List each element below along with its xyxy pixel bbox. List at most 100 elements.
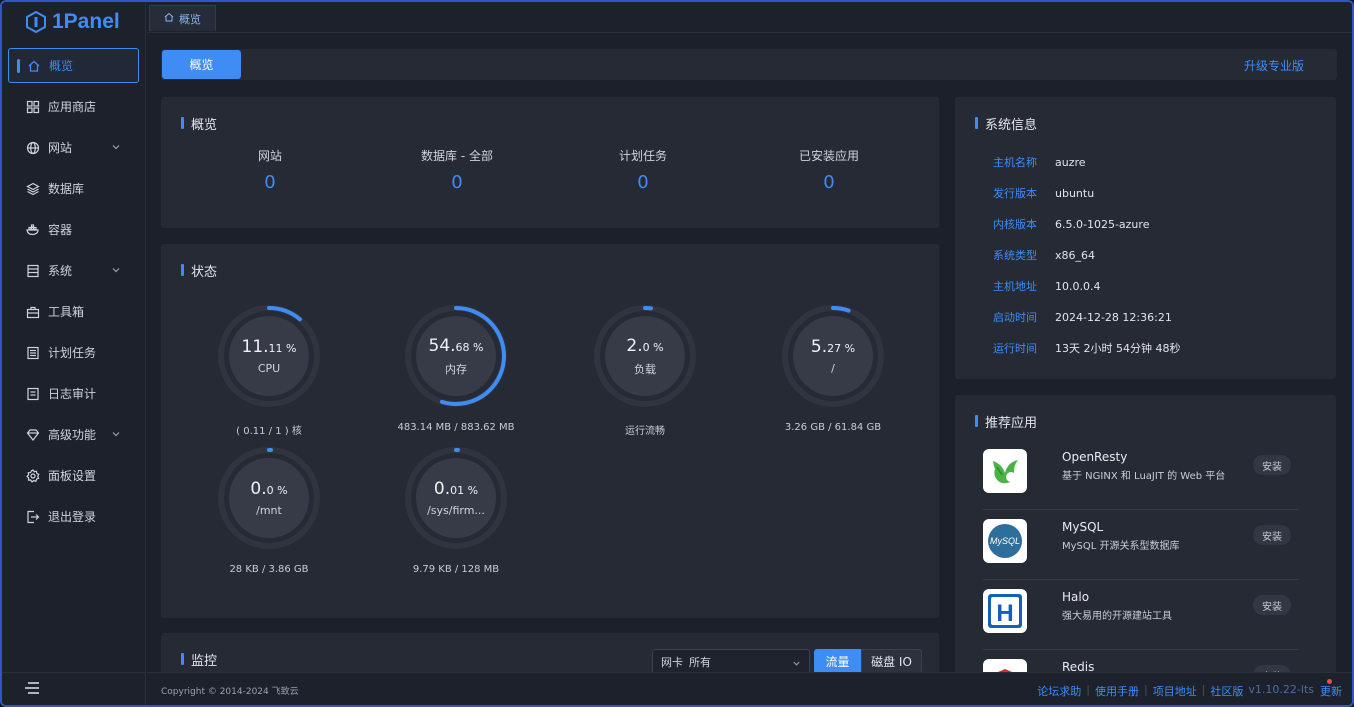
info-key: 主机地址 — [993, 280, 1037, 293]
app-item-halo[interactable]: H Halo 强大易用的开源建站工具 安装 — [983, 580, 1299, 650]
overview-websites[interactable]: 网站 0 — [180, 147, 360, 193]
sidebar-item-label: 面板设置 — [48, 469, 97, 483]
gauge-memory[interactable]: 54.68 % 内存 483.14 MB / 883.62 MB — [397, 304, 515, 433]
logo[interactable]: 1Panel — [2, 2, 145, 42]
gauge-value: 5.27 % — [810, 337, 856, 357]
card-title: 系统信息 — [975, 114, 1037, 133]
gauge-name: 内存 — [445, 362, 467, 376]
gauge-disk-root[interactable]: 5.27 % / 3.26 GB / 61.84 GB — [781, 304, 885, 433]
overview-value: 0 — [451, 172, 463, 193]
manual-link[interactable]: 使用手册 — [1095, 683, 1139, 699]
overview-button[interactable]: 概览 — [162, 50, 241, 79]
gauge-disk-sysfirm[interactable]: 0.01 % /sys/firm... 9.79 KB / 128 MB — [404, 446, 508, 575]
status-card: 状态 11.11 % CPU ( 0.11 / 1 ) 核 54.68 % 内存… — [161, 244, 939, 618]
halo-icon-text: H — [996, 600, 1013, 627]
app-name: MySQL — [1062, 520, 1104, 534]
overview-label: 网站 — [257, 149, 282, 163]
sidebar-item-advanced[interactable]: 高级功能 — [8, 417, 139, 452]
info-value: 10.0.0.4 — [1055, 280, 1101, 293]
sysinfo-card: 系统信息 主机名称 auzre 发行版本 ubuntu 内核版本 6.5.0-1025… — [955, 97, 1336, 379]
sidebar-item-logout[interactable]: 退出登录 — [8, 499, 139, 534]
info-key: 发行版本 — [993, 187, 1037, 200]
gauge-detail: 483.14 MB / 883.62 MB — [397, 422, 515, 433]
divider: | — [1086, 683, 1090, 696]
gauge-value: 0.01 % — [433, 479, 479, 499]
gauge-center: 5.27 % / — [781, 304, 885, 408]
version-label: v1.10.22-lts — [1248, 683, 1314, 696]
overview-databases[interactable]: 数据库 - 全部 0 — [367, 147, 547, 193]
schedule-icon — [26, 346, 40, 360]
app-description: MySQL 开源关系型数据库 — [1062, 541, 1180, 552]
sidebar-item-containers[interactable]: 容器 — [8, 212, 139, 247]
sidebar-item-websites[interactable]: 网站 — [8, 130, 139, 165]
nic-value: 所有 — [689, 655, 711, 669]
overview-cron-jobs[interactable]: 计划任务 0 — [553, 147, 733, 193]
sidebar-footer — [2, 672, 146, 705]
community-edition-link[interactable]: 社区版 — [1210, 683, 1243, 699]
gauge-center: 11.11 % CPU — [217, 304, 321, 408]
divider: | — [1143, 683, 1148, 696]
sidebar-item-label: 应用商店 — [48, 100, 97, 114]
sidebar-item-log-audit[interactable]: 日志审计 — [8, 376, 139, 411]
card-title: 概览 — [181, 114, 217, 133]
card-title: 状态 — [181, 261, 217, 280]
container-icon — [26, 223, 40, 237]
update-badge — [1327, 679, 1332, 684]
gauge-name: / — [831, 362, 835, 375]
app-window: 1Panel 概览 应用商店 网站 数据库 容器 系统 工具箱 计划任务 日志审… — [0, 0, 1354, 707]
chevron-down-icon — [111, 264, 121, 274]
info-key: 系统类型 — [993, 249, 1037, 262]
sidebar-item-databases[interactable]: 数据库 — [8, 171, 139, 206]
sidebar-item-label: 高级功能 — [48, 428, 97, 442]
chevron-down-icon — [111, 141, 121, 151]
sidebar-item-app-store[interactable]: 应用商店 — [8, 89, 139, 124]
toolbox-icon — [26, 305, 40, 319]
gauge-detail: 28 KB / 3.86 GB — [229, 564, 309, 575]
overview-installed-apps[interactable]: 已安装应用 0 — [739, 147, 919, 193]
sidebar-item-panel-settings[interactable]: 面板设置 — [8, 458, 139, 493]
app-item-mysql[interactable]: MySQL MySQL MySQL 开源关系型数据库 安装 — [983, 510, 1299, 580]
globe-icon — [26, 141, 40, 155]
disk-io-toggle[interactable]: 磁盘 IO — [861, 649, 922, 674]
sidebar: 1Panel 概览 应用商店 网站 数据库 容器 系统 工具箱 计划任务 日志审… — [2, 2, 146, 705]
log-icon — [26, 387, 40, 401]
forum-link[interactable]: 论坛求助 — [1037, 683, 1081, 699]
logout-icon — [26, 510, 40, 524]
gauge-disk-mnt[interactable]: 0.0 % /mnt 28 KB / 3.86 GB — [217, 446, 321, 575]
divider: | — [1201, 683, 1206, 696]
info-key: 运行时间 — [993, 342, 1037, 355]
collapse-menu-icon[interactable] — [24, 681, 40, 698]
openresty-icon — [983, 449, 1027, 493]
update-link[interactable]: 更新 — [1320, 683, 1342, 699]
grid-icon — [26, 100, 40, 114]
gauge-center: 2.0 % 负载 — [593, 304, 697, 408]
gauge-load[interactable]: 2.0 % 负载 运行流畅 — [593, 304, 697, 437]
gauge-name: /sys/firm... — [427, 504, 485, 517]
install-button[interactable]: 安装 — [1253, 455, 1291, 475]
main-content: 概览 升级专业版 概览 网站 0 数据库 - 全部 0 计划任务 0 已安装应用… — [147, 33, 1352, 683]
app-item-openresty[interactable]: OpenResty 基于 NGINX 和 LuaJIT 的 Web 平台 安装 — [983, 440, 1299, 510]
nic-select[interactable]: 网卡 所有 — [652, 649, 810, 674]
halo-icon: H — [983, 589, 1027, 633]
system-icon — [26, 264, 40, 278]
card-title: 监控 — [181, 650, 217, 669]
sidebar-item-overview[interactable]: 概览 — [8, 48, 139, 83]
sidebar-item-toolbox[interactable]: 工具箱 — [8, 294, 139, 329]
info-key: 主机名称 — [993, 156, 1037, 169]
traffic-toggle[interactable]: 流量 — [814, 649, 861, 674]
info-row-hostname: 主机名称 auzre — [993, 154, 1086, 170]
sidebar-item-cron-jobs[interactable]: 计划任务 — [8, 335, 139, 370]
install-button[interactable]: 安装 — [1253, 525, 1291, 545]
project-link[interactable]: 项目地址 — [1153, 683, 1197, 699]
sidebar-item-system[interactable]: 系统 — [8, 253, 139, 288]
upgrade-pro-link[interactable]: 升级专业版 — [1244, 57, 1304, 74]
tab-label: 概览 — [179, 12, 201, 26]
logo-text: 1Panel — [52, 10, 120, 33]
install-button[interactable]: 安装 — [1253, 595, 1291, 615]
app-name: OpenResty — [1062, 450, 1128, 464]
gauge-name: /mnt — [256, 504, 282, 517]
app-description: 基于 NGINX 和 LuaJIT 的 Web 平台 — [1062, 471, 1226, 482]
gauge-cpu[interactable]: 11.11 % CPU ( 0.11 / 1 ) 核 — [217, 304, 321, 437]
tab-overview[interactable]: 概览 — [149, 5, 216, 31]
info-value: 6.5.0-1025-azure — [1055, 218, 1150, 231]
